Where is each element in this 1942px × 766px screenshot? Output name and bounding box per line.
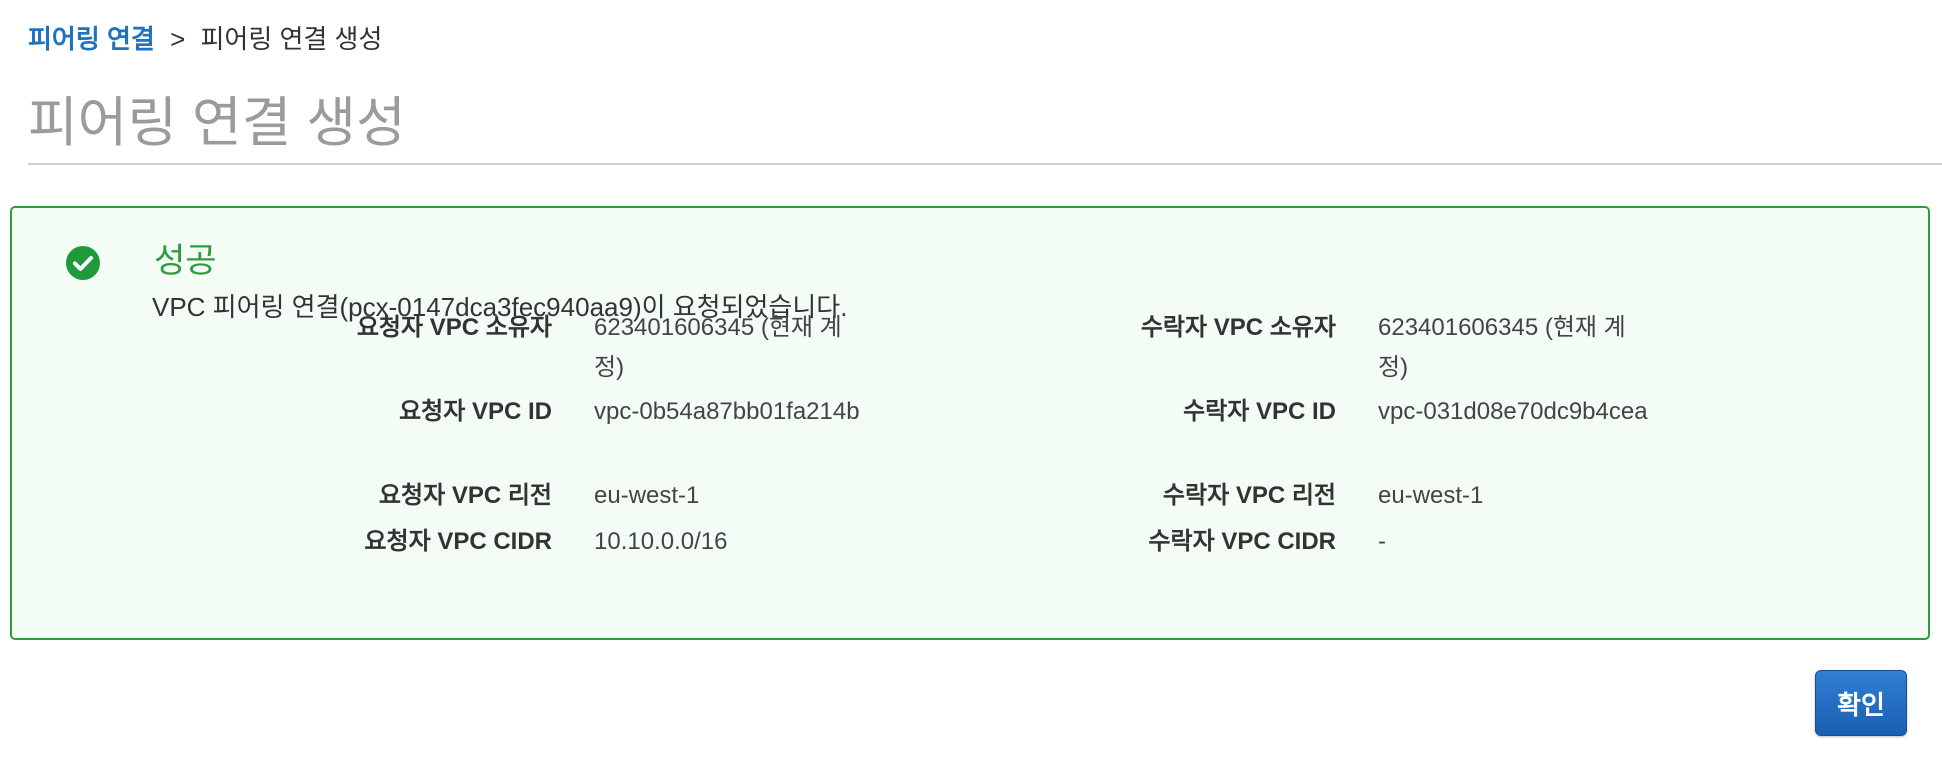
requester-region-label: 요청자 VPC 리전 (378, 482, 552, 509)
check-circle-icon (66, 246, 100, 280)
requester-owner-label: 요청자 VPC 소유자 (356, 314, 552, 341)
confirm-button[interactable]: 확인 (1815, 670, 1907, 736)
accepter-cidr-label: 수락자 VPC CIDR (1148, 528, 1336, 555)
requester-id-label: 요청자 VPC ID (399, 398, 552, 425)
success-alert: 성공 VPC 피어링 연결(pcx-0147dca3fec940aa9)이 요청… (10, 206, 1930, 640)
requester-owner-value: 623401606345 (현재 계정) (594, 314, 842, 381)
requester-id-value: vpc-0b54a87bb01fa214b (594, 398, 860, 425)
alert-title: 성공 (154, 242, 217, 280)
accepter-cidr-value: - (1378, 528, 1386, 555)
accepter-owner-value: 623401606345 (현재 계정) (1378, 314, 1626, 381)
breadcrumb-link-peering-connections[interactable]: 피어링 연결 (28, 24, 155, 54)
accepter-id-value: vpc-031d08e70dc9b4cea (1378, 398, 1648, 425)
title-divider (28, 163, 1942, 165)
page-title: 피어링 연결 생성 (28, 93, 406, 153)
requester-cidr-value: 10.10.0.0/16 (594, 528, 728, 555)
breadcrumb-current: 피어링 연결 생성 (200, 24, 383, 54)
requester-region-value: eu-west-1 (594, 482, 700, 509)
accepter-id-label: 수락자 VPC ID (1183, 398, 1336, 425)
accepter-owner-label: 수락자 VPC 소유자 (1140, 314, 1336, 341)
accepter-region-label: 수락자 VPC 리전 (1162, 482, 1336, 509)
breadcrumb-separator: > (170, 24, 186, 54)
requester-cidr-label: 요청자 VPC CIDR (364, 528, 552, 555)
accepter-region-value: eu-west-1 (1378, 482, 1484, 509)
breadcrumb: 피어링 연결 > 피어링 연결 생성 (28, 22, 382, 56)
